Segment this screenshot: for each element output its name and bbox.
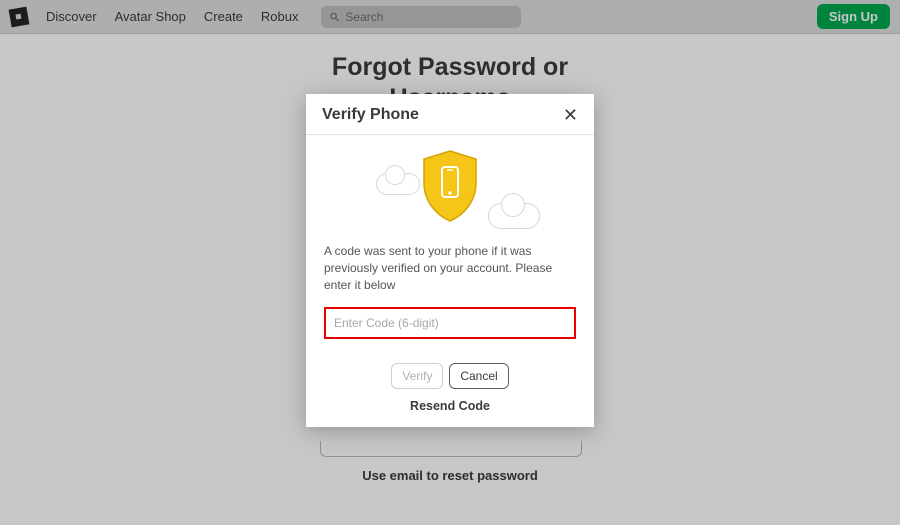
modal-button-row: Verify Cancel — [324, 363, 576, 389]
code-input[interactable] — [328, 311, 572, 335]
shield-phone-icon — [418, 149, 482, 223]
modal-body: A code was sent to your phone if it was … — [306, 237, 594, 427]
modal-title: Verify Phone — [322, 106, 419, 124]
modal-illustration — [306, 135, 594, 237]
cloud-icon — [376, 173, 420, 195]
cloud-icon — [488, 203, 540, 229]
modal-header: Verify Phone ✕ — [306, 94, 594, 135]
code-input-highlight — [324, 307, 576, 339]
verify-button[interactable]: Verify — [391, 363, 443, 389]
resend-code-link[interactable]: Resend Code — [324, 399, 576, 413]
close-icon[interactable]: ✕ — [563, 106, 578, 124]
verify-phone-modal: Verify Phone ✕ A code was sent to your p… — [306, 94, 594, 427]
cancel-button[interactable]: Cancel — [449, 363, 508, 389]
modal-description: A code was sent to your phone if it was … — [324, 243, 576, 293]
